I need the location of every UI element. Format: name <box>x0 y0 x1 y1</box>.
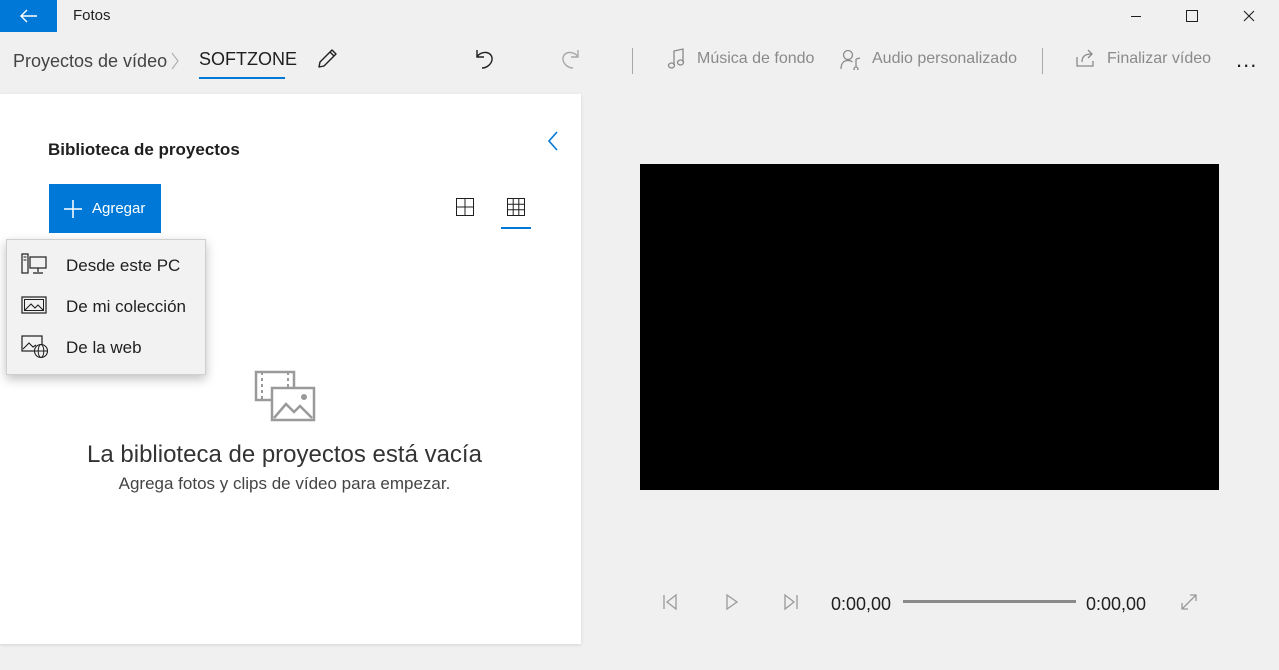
web-image-icon <box>21 335 49 359</box>
empty-library-icon <box>254 370 316 422</box>
back-button[interactable] <box>0 0 57 32</box>
menu-item-label: Desde este PC <box>66 256 181 275</box>
collapse-library-button[interactable] <box>546 130 560 152</box>
music-note-icon <box>667 48 685 70</box>
maximize-button[interactable] <box>1163 0 1220 32</box>
expand-icon <box>1181 594 1197 610</box>
breadcrumb-current[interactable]: SOFTZONE <box>199 49 297 70</box>
share-export-icon <box>1075 48 1097 68</box>
large-grid-icon <box>456 198 474 216</box>
custom-audio-icon <box>840 48 862 70</box>
empty-library-title: La biblioteca de proyectos está vacía <box>87 441 482 468</box>
play-button[interactable] <box>724 592 740 612</box>
undo-button[interactable] <box>473 46 497 72</box>
menu-item-label: De la web <box>66 338 142 357</box>
close-button[interactable] <box>1220 0 1277 32</box>
large-grid-view-button[interactable] <box>456 198 474 216</box>
rename-button[interactable] <box>315 47 339 71</box>
computer-icon <box>21 253 47 275</box>
toolbar-divider <box>1042 48 1043 74</box>
breadcrumb-root[interactable]: Proyectos de vídeo <box>13 51 167 72</box>
chevron-left-icon <box>547 131 558 151</box>
chevron-right-icon <box>171 52 179 70</box>
more-options-button[interactable]: ... <box>1236 47 1257 73</box>
back-arrow-icon <box>19 9 37 23</box>
pencil-icon <box>318 49 337 68</box>
next-frame-button[interactable] <box>783 592 799 612</box>
breadcrumb-underline <box>199 77 285 79</box>
app-title: Fotos <box>73 7 111 24</box>
add-button-label: Agregar <box>92 200 146 217</box>
finish-video-button[interactable]: Finalizar vídeo <box>1107 50 1211 68</box>
play-icon <box>726 593 739 611</box>
minimize-icon <box>1130 16 1141 17</box>
custom-audio-button[interactable]: Audio personalizado <box>872 50 1017 68</box>
plus-icon <box>64 199 82 218</box>
empty-library-subtitle: Agrega fotos y clips de vídeo para empez… <box>118 474 451 493</box>
next-frame-icon <box>784 593 798 611</box>
add-button[interactable]: Agregar <box>49 184 161 233</box>
fullscreen-button[interactable] <box>1179 592 1199 612</box>
toolbar-divider <box>632 48 633 74</box>
video-preview[interactable] <box>640 164 1219 490</box>
maximize-icon <box>1185 10 1198 22</box>
small-grid-icon <box>507 198 525 216</box>
menu-item-from-collection[interactable]: De mi colección <box>7 286 205 326</box>
active-view-indicator <box>501 227 531 229</box>
redo-icon <box>562 50 579 69</box>
photo-collection-icon <box>21 294 47 316</box>
minimize-button[interactable] <box>1107 0 1164 32</box>
total-time: 0:00,00 <box>1086 594 1147 614</box>
library-title: Biblioteca de proyectos <box>48 140 240 159</box>
background-music-button[interactable]: Música de fondo <box>697 50 814 68</box>
menu-item-from-web[interactable]: De la web <box>7 327 205 367</box>
small-grid-view-button[interactable] <box>507 198 525 216</box>
previous-frame-icon <box>663 593 677 611</box>
current-time: 0:00,00 <box>831 594 892 614</box>
undo-icon <box>476 50 493 69</box>
close-icon <box>1243 10 1254 22</box>
title-bar: Fotos <box>0 0 1279 32</box>
menu-item-label: De mi colección <box>66 297 186 316</box>
seek-bar[interactable] <box>903 600 1076 603</box>
menu-item-from-pc[interactable]: Desde este PC <box>7 245 205 285</box>
redo-button[interactable] <box>558 46 582 72</box>
previous-frame-button[interactable] <box>662 592 678 612</box>
add-menu: Desde este PC De mi colección De la web <box>6 239 206 375</box>
